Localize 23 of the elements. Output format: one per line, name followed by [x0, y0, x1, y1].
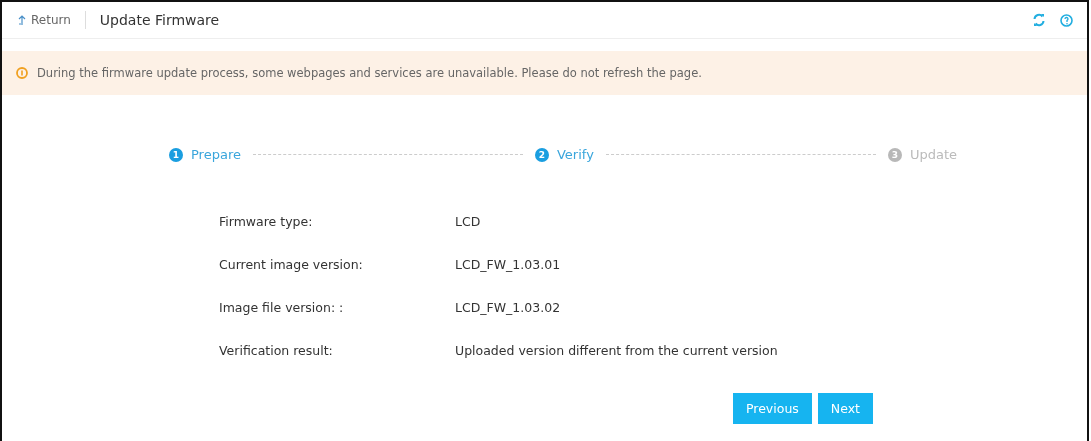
back-arrow-icon — [18, 15, 26, 25]
field-label: Image file version: : — [219, 300, 345, 315]
step-number: 3 — [887, 147, 902, 162]
previous-button[interactable]: Previous — [733, 393, 812, 424]
page-title: Update Firmware — [99, 12, 220, 28]
next-button[interactable]: Next — [817, 393, 873, 424]
step-number: 1 — [169, 147, 183, 162]
field-label: Firmware type: — [219, 214, 314, 229]
refresh-icon[interactable] — [1032, 13, 1046, 27]
field-value: Uploaded version different from the current version — [455, 343, 778, 358]
field-value: LCD_FW_1.03.01 — [455, 257, 561, 272]
info-icon — [16, 67, 28, 79]
step-label: Prepare — [191, 147, 241, 162]
step-label: Update — [909, 147, 957, 162]
field-value: LCD_FW_1.03.02 — [455, 300, 561, 315]
return-link[interactable]: Return — [18, 13, 71, 27]
step-label: Verify — [557, 147, 594, 162]
field-label: Verification result: — [219, 343, 334, 358]
field-label: Current image version: — [219, 257, 364, 272]
help-icon[interactable] — [1060, 13, 1073, 27]
step-number: 2 — [535, 147, 549, 162]
warning-text: During the firmware update process, some webpages and services are unavailable. Please do not refresh the page. — [37, 66, 702, 80]
field-value: LCD — [455, 214, 481, 229]
